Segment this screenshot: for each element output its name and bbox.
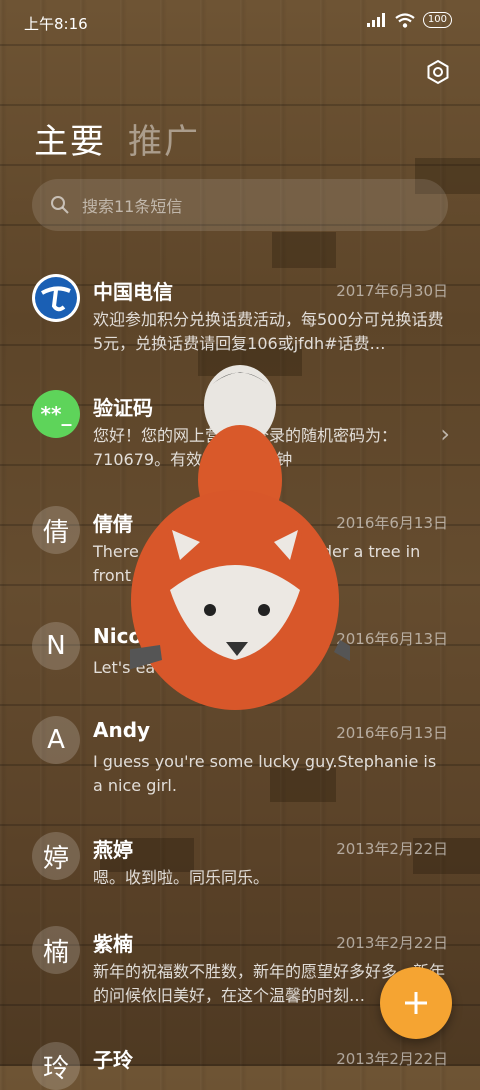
avatar: N [32, 622, 80, 670]
plus-icon [405, 992, 427, 1014]
avatar: **_ [32, 390, 80, 438]
conversation-row[interactable]: 中国电信 2017年6月30日 欢迎参加积分兑换话费活动，每500分可兑换话费5… [0, 262, 480, 378]
conversation-row[interactable]: N Nicole 2016年6月13日 Let's eat out,shall … [0, 610, 480, 702]
status-bar: 上午8:16 100 [0, 0, 480, 46]
avatar: A [32, 716, 80, 764]
message-preview: I guess you're some lucky guy.Stephanie … [93, 752, 437, 795]
search-placeholder: 搜索11条短信 [82, 197, 183, 216]
message-date: 2013年2月22日 [336, 840, 448, 858]
message-date: 2013年2月22日 [336, 934, 448, 952]
message-preview: 欢迎参加积分兑换话费活动，每500分可兑换话费5元，兑换话费请回复106或jfd… [93, 310, 444, 353]
contact-name: 验证码 [93, 396, 153, 420]
contact-name: 中国电信 [93, 280, 173, 304]
status-time: 上午8:16 [24, 15, 88, 33]
message-date: 2017年6月30日 [336, 282, 448, 300]
tab-primary[interactable]: 主要 [34, 114, 106, 163]
message-date: 2016年6月13日 [336, 724, 448, 742]
settings-button[interactable] [424, 58, 452, 86]
contact-name: 倩倩 [93, 512, 133, 536]
signal-icon [366, 13, 385, 27]
status-icons: 100 [366, 12, 452, 28]
battery-icon: 100 [422, 12, 452, 28]
contact-name: Nicole [93, 624, 163, 648]
search-icon [51, 196, 69, 214]
contact-name: 紫楠 [93, 932, 133, 956]
message-preview: 嗯。收到啦。同乐同乐。 [93, 868, 270, 887]
search-bar[interactable]: 搜索11条短信 [32, 179, 448, 231]
message-preview: 您好！您的网上营业厅登录的随机密码为：710679。有效时间为3分钟 [93, 426, 398, 469]
message-preview: There was a table set out under a tree i… [93, 542, 421, 585]
message-date: 2016年6月13日 [336, 514, 448, 532]
contact-name: 燕婷 [93, 838, 133, 862]
conversation-row[interactable]: 婷 燕婷 2013年2月22日 嗯。收到啦。同乐同乐。 [0, 820, 480, 912]
message-date: 2016年6月13日 [336, 630, 448, 648]
chevron-right-icon[interactable]: › [440, 420, 450, 448]
conversation-row[interactable]: 倩 倩倩 2016年6月13日 There was a table set ou… [0, 494, 480, 610]
tab-promotions[interactable]: 推广 [128, 114, 200, 163]
new-message-button[interactable] [380, 967, 452, 1039]
settings-icon [427, 59, 449, 85]
avatar: 玲 [32, 1042, 80, 1090]
avatar: 婷 [32, 832, 80, 880]
contact-name: Andy [93, 718, 151, 742]
avatar: 倩 [32, 506, 80, 554]
tab-bar: 主要 推广 [34, 114, 200, 163]
conversation-row[interactable]: **_ 验证码 您好！您的网上营业厅登录的随机密码为：710679。有效时间为3… [0, 378, 480, 494]
avatar [32, 274, 80, 322]
wifi-icon [395, 12, 415, 28]
message-preview: Let's eat out,shall we? [93, 658, 272, 677]
avatar: 楠 [32, 926, 80, 974]
contact-name: 子玲 [93, 1048, 133, 1072]
conversation-row[interactable]: A Andy 2016年6月13日 I guess you're some lu… [0, 704, 480, 820]
china-telecom-logo-icon [35, 277, 77, 319]
